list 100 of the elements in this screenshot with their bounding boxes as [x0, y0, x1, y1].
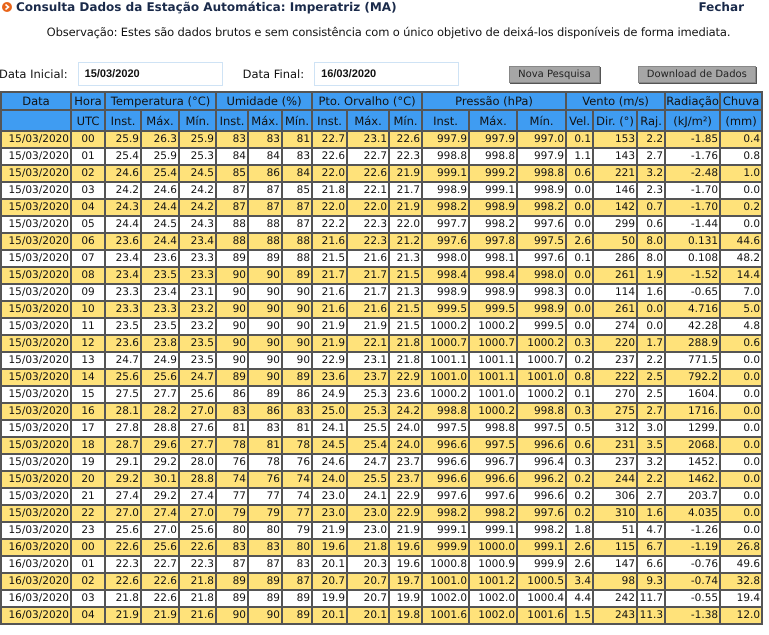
table-cell: 1000.4	[517, 590, 566, 607]
table-cell: 0.0	[720, 505, 762, 522]
table-cell: 22.0	[312, 165, 348, 182]
table-cell: 88	[248, 216, 282, 233]
table-cell: 27.4	[179, 488, 216, 505]
table-cell: -1.76	[665, 148, 720, 165]
table-cell: 1.6	[637, 505, 666, 522]
table-cell: 15/03/2020	[1, 148, 71, 165]
table-cell: 83	[216, 539, 248, 556]
table-cell: 0.2	[566, 488, 594, 505]
download-button[interactable]: Download de Dados	[638, 66, 756, 82]
table-cell: 998.0	[422, 250, 470, 267]
table-cell: 25.4	[105, 148, 141, 165]
table-cell: 90	[248, 607, 282, 624]
table-cell: 27.7	[141, 386, 179, 403]
table-cell: 23.7	[347, 369, 390, 386]
table-cell: 21.9	[312, 335, 348, 352]
table-cell: 0.3	[566, 403, 594, 420]
field-label: Data Inicial:	[0, 67, 68, 81]
table-cell: 21.9	[389, 199, 422, 216]
table-cell: 0.0	[720, 471, 762, 488]
column-header: Inst.	[422, 110, 470, 131]
table-cell: 23.2	[179, 301, 216, 318]
table-cell: 0.5	[566, 420, 594, 437]
table-cell: 23.4	[105, 250, 141, 267]
table-cell: 90	[248, 369, 282, 386]
table-cell: 87	[248, 199, 282, 216]
table-cell: 143	[593, 148, 638, 165]
table-cell: 15/03/2020	[1, 505, 71, 522]
table-cell: 1001.6	[422, 607, 470, 624]
search-button[interactable]: Nova Pesquisa	[509, 66, 600, 82]
table-cell: 88	[282, 250, 312, 267]
table-cell: 25.3	[347, 403, 390, 420]
table-cell: 996.7	[469, 454, 518, 471]
column-header: Máx.	[248, 110, 282, 131]
table-cell: 16/03/2020	[1, 556, 71, 573]
table-cell: 06	[71, 233, 105, 250]
table-cell: 29.2	[105, 471, 141, 488]
table-cell: 90	[248, 318, 282, 335]
table-cell: 90	[248, 335, 282, 352]
table-cell: 0.2	[566, 471, 594, 488]
table-cell: 23.3	[105, 284, 141, 301]
field-label: Data Final:	[242, 67, 304, 81]
table-cell: 1001.0	[422, 369, 470, 386]
table-cell: 87	[282, 216, 312, 233]
table-cell: 1002.0	[469, 590, 518, 607]
table-cell: 998.0	[517, 267, 566, 284]
table-cell: 20.7	[347, 590, 390, 607]
table-cell: 03	[71, 590, 105, 607]
table-cell: 999.5	[469, 301, 518, 318]
close-link[interactable]: Fechar	[698, 0, 744, 14]
table-cell: 15/03/2020	[1, 471, 71, 488]
table-cell: 15/03/2020	[1, 199, 71, 216]
table-cell: 44.6	[720, 233, 762, 250]
table-cell: 89	[282, 607, 312, 624]
end-date-field[interactable]: 16/03/2020	[314, 62, 460, 86]
table-cell: 306	[593, 488, 638, 505]
column-header: Vel.	[566, 110, 594, 131]
table-cell: 999.1	[422, 165, 470, 182]
table-cell: 23.3	[141, 301, 179, 318]
table-cell: 21.9	[141, 607, 179, 624]
table-cell: 22.2	[312, 216, 348, 233]
table-cell: 998.9	[517, 301, 566, 318]
table-cell: 22.7	[141, 556, 179, 573]
table-cell: 85	[282, 182, 312, 199]
table-cell: 243	[593, 607, 638, 624]
table-cell: 15/03/2020	[1, 403, 71, 420]
table-cell: 89	[282, 267, 312, 284]
table-cell: 24.0	[312, 471, 348, 488]
table-cell: 22.0	[347, 199, 390, 216]
table-cell: 32.8	[720, 573, 762, 590]
table-cell: 23.0	[347, 522, 390, 539]
table-cell: 15/03/2020	[1, 216, 71, 233]
table-cell: 11.3	[637, 607, 666, 624]
table-cell: 0.0	[637, 318, 666, 335]
table-cell: 81	[282, 131, 312, 148]
table-cell: -0.74	[665, 573, 720, 590]
table-cell: 27.7	[179, 437, 216, 454]
table-cell: 0.108	[665, 250, 720, 267]
table-cell: 81	[282, 420, 312, 437]
table-cell: 19.8	[389, 607, 422, 624]
start-date-field[interactable]: 15/03/2020	[78, 62, 223, 86]
table-cell: 25.6	[141, 369, 179, 386]
table-cell: 15/03/2020	[1, 182, 71, 199]
table-cell: 310	[593, 505, 638, 522]
table-cell: 996.6	[517, 437, 566, 454]
table-cell: 21.5	[389, 267, 422, 284]
table-cell: 997.6	[517, 250, 566, 267]
table-cell: 1000.5	[517, 573, 566, 590]
table-cell: 997.6	[422, 488, 470, 505]
table-cell: 22.9	[312, 352, 348, 369]
table-cell: 23.7	[389, 471, 422, 488]
table-cell: 77	[216, 488, 248, 505]
table-cell: 996.6	[422, 471, 470, 488]
table-cell: 29.2	[141, 454, 179, 471]
table-cell: 1000.0	[469, 539, 518, 556]
table-cell: 1000.8	[422, 556, 470, 573]
table-cell: 996.2	[517, 471, 566, 488]
table-cell: 90	[216, 335, 248, 352]
table-cell: 6.7	[637, 539, 666, 556]
